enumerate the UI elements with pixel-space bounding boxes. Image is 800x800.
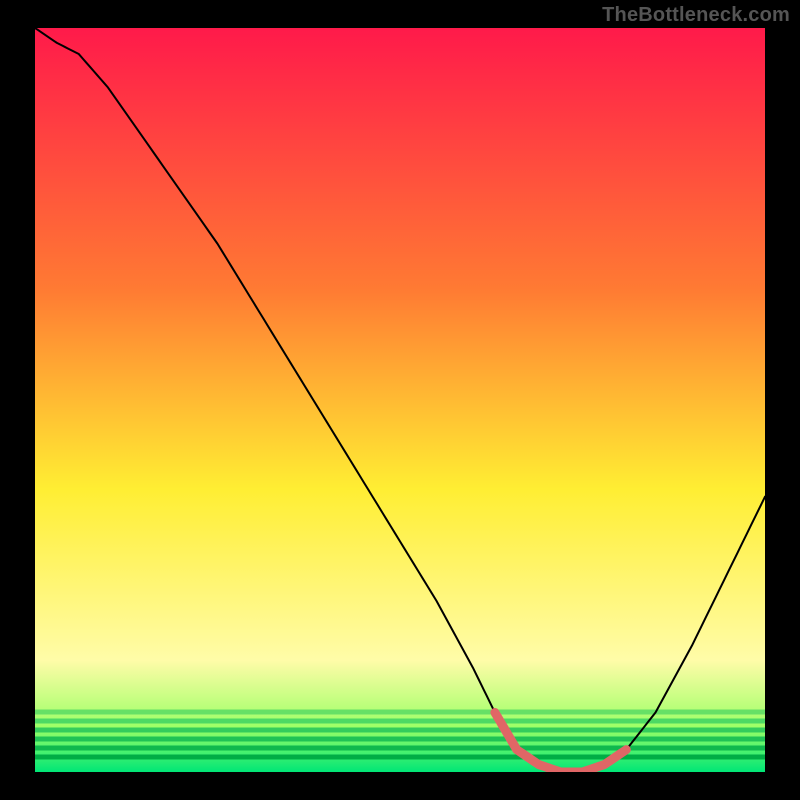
chart-svg [0,0,800,800]
watermark-text: TheBottleneck.com [602,4,790,27]
chart-frame: TheBottleneck.com [0,0,800,800]
